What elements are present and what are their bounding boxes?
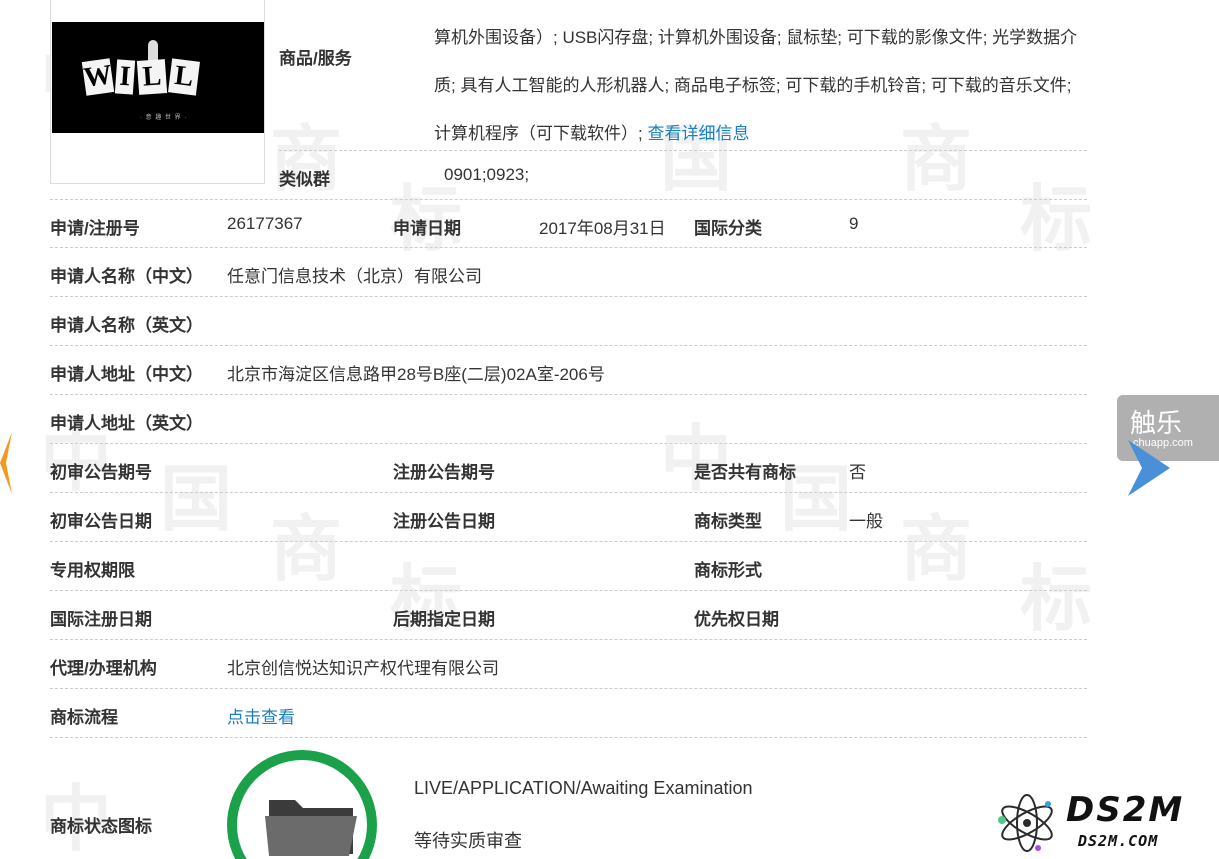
applicant-name-cn-label: 申请人名称（中文） [50,267,203,286]
table-row: 初审公告日期 注册公告日期 商标类型 一般 [50,493,1087,542]
chuapp-title: 触乐 [1130,409,1183,439]
trademark-logo[interactable]: W I L L · 意 趣 世 界 · [52,22,264,133]
applicant-address-cn-label: 申请人地址（中文） [50,365,203,384]
intl-class-label: 国际分类 [694,219,762,238]
status-text-cn: 等待实质审查 [414,831,522,851]
ds2m-title: DS2M [1066,790,1185,830]
prelim-pub-number-label: 初审公告期号 [50,463,152,482]
later-designation-date-label: 后期指定日期 [393,610,495,629]
similar-group-label: 类似群 [279,170,330,189]
mark-form-label: 商标形式 [694,561,762,580]
shared-mark-label: 是否共有商标 [694,463,796,482]
applicant-address-cn-value: 北京市海淀区信息路甲28号B座(二层)02A室-206号 [227,365,605,384]
apply-date-label: 申请日期 [393,219,461,238]
trademark-image-box: W I L L · 意 趣 世 界 · [50,0,265,184]
status-text-en: LIVE/APPLICATION/Awaiting Examination [414,778,753,798]
table-row: 申请人地址（英文） [50,395,1087,444]
reg-pub-number-label: 注册公告期号 [393,463,495,482]
similar-group-value: 0901;0923; [444,165,530,184]
reg-pub-date-label: 注册公告日期 [393,512,495,531]
agent-value: 北京创信悦达知识产权代理有限公司 [227,659,499,678]
ds2m-watermark: DS2M DS2M.COM [994,790,1214,856]
goods-label: 商品/服务 [279,49,352,68]
atom-logo-icon [998,794,1053,852]
logo-letter: L [168,58,200,96]
table-row: 商标流程 点击查看 [50,689,1087,738]
table-row: 国际注册日期 后期指定日期 优先权日期 [50,591,1087,640]
prelim-pub-date-label: 初审公告日期 [50,512,152,531]
ds2m-url: DS2M.COM [1078,832,1159,850]
table-row: 申请人地址（中文） 北京市海淀区信息路甲28号B座(二层)02A室-206号 [50,346,1087,395]
intl-class-value: 9 [849,214,859,233]
shared-mark-value: 否 [849,463,866,482]
logo-letters: W I L L [81,58,200,96]
agent-label: 代理/办理机构 [50,659,157,678]
mark-type-value: 一般 [849,512,883,531]
status-icon-label: 商标状态图标 [50,817,152,836]
table-row: 申请人名称（英文） [50,297,1087,346]
process-view-link[interactable]: 点击查看 [227,703,295,728]
folder-icon [265,800,357,856]
prev-arrow-icon[interactable] [0,432,12,494]
applicant-name-en-label: 申请人名称（英文） [50,316,203,335]
next-arrow-icon[interactable] [1128,440,1170,496]
exclusive-period-label: 专用权期限 [50,561,135,580]
process-label: 商标流程 [50,708,118,727]
status-row: 商标状态图标 LIVE/APPLICATION/Awaiting Examina… [50,738,1087,859]
reg-number-label: 申请/注册号 [50,219,140,238]
logo-subtitle: · 意 趣 世 界 · [140,115,188,121]
table-row: 专用权期限 商标形式 [50,542,1087,591]
table-row: 申请/注册号 26177367 申请日期 2017年08月31日 国际分类 9 [50,199,1087,248]
intl-reg-date-label: 国际注册日期 [50,610,152,629]
logo-letter: W [81,58,115,96]
mark-type-label: 商标类型 [694,512,762,531]
table-row: 初审公告期号 注册公告期号 是否共有商标 否 [50,444,1087,493]
view-details-link[interactable]: 查看详细信息 [647,124,749,143]
applicant-name-cn-value: 任意门信息技术（北京）有限公司 [227,267,482,286]
apply-date-value: 2017年08月31日 [539,219,666,238]
table-row: 申请人名称（中文） 任意门信息技术（北京）有限公司 [50,248,1087,297]
priority-date-label: 优先权日期 [694,610,779,629]
status-icon [227,750,377,859]
info-table: 申请/注册号 26177367 申请日期 2017年08月31日 国际分类 9 … [50,199,1087,859]
logo-letter: L [136,59,168,95]
table-row: 代理/办理机构 北京创信悦达知识产权代理有限公司 [50,640,1087,689]
similar-group-row: 类似群 0901;0923; [279,150,1087,198]
applicant-address-en-label: 申请人地址（英文） [50,414,203,433]
goods-text: 算机外围设备）; USB闪存盘; 计算机外围设备; 鼠标垫; 可下载的影像文件;… [434,28,1078,143]
goods-list: 算机外围设备）; USB闪存盘; 计算机外围设备; 鼠标垫; 可下载的影像文件;… [434,14,1089,158]
logo-letter: I [114,59,136,95]
reg-number-value: 26177367 [227,214,303,233]
